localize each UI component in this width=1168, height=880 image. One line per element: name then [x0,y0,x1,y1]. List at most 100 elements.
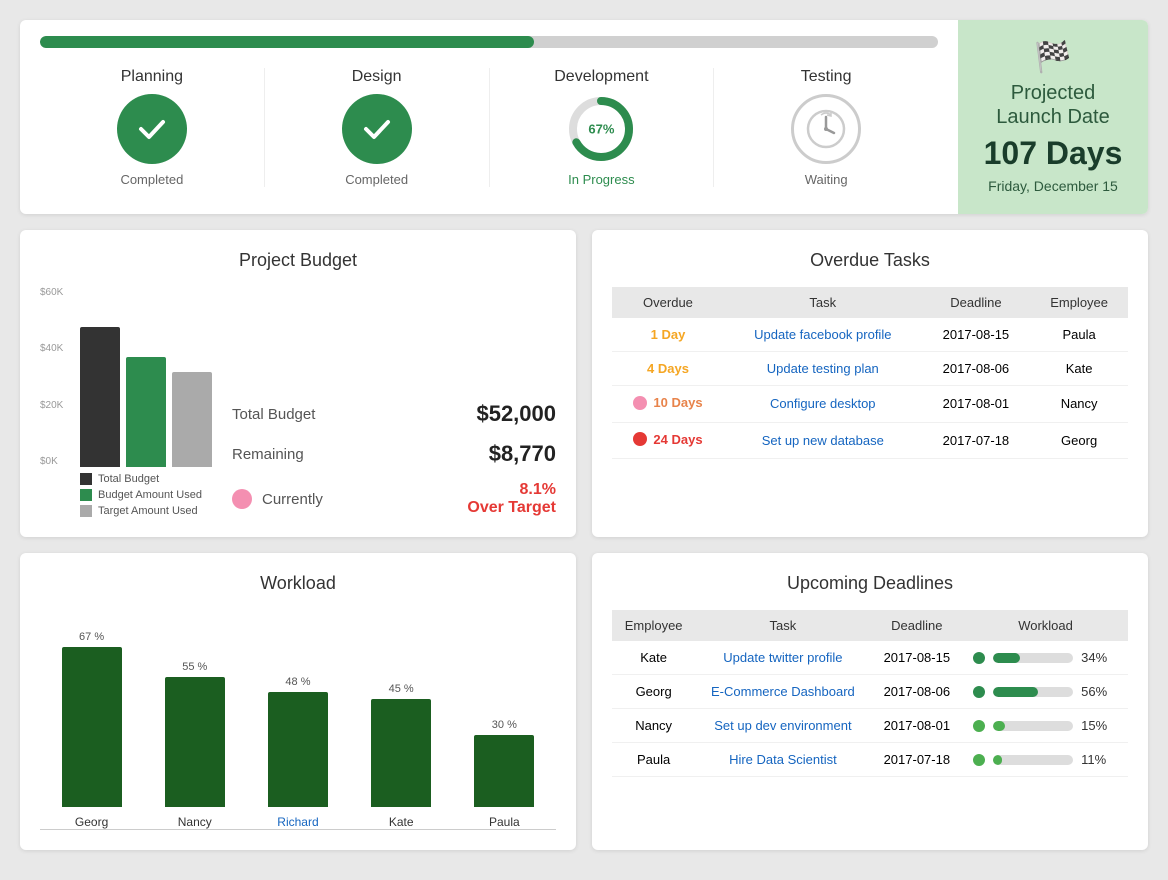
phase-development-status: In Progress [568,172,634,187]
y-label-60k: $60K [40,287,63,298]
budget-chart: $60K $40K $20K $0K [40,287,212,467]
overdue-deadline-3: 2017-08-01 [922,386,1031,423]
phase-planning: Planning Completed [40,68,265,187]
donut-chart: 67% [566,94,636,164]
upcoming-workload-4: 11% [963,743,1128,777]
upcoming-deadline-4: 2017-07-18 [871,743,964,777]
workload-title: Workload [40,573,556,594]
upcoming-task-1: Update twitter profile [695,641,870,675]
clock-icon [791,94,861,164]
table-row: Kate Update twitter profile 2017-08-15 3… [612,641,1128,675]
upcoming-table: Employee Task Deadline Workload Kate Upd… [612,610,1128,777]
check-circle-design [342,94,412,164]
check-circle-planning [117,94,187,164]
upcoming-task-link-4[interactable]: Hire Data Scientist [729,752,837,767]
name-paula: Paula [489,815,520,829]
name-kate: Kate [389,815,414,829]
legend-dot-dark [80,473,92,485]
legend-dot-gray [80,505,92,517]
legend-total-budget: Total Budget [80,473,212,485]
phase-development-icon: 67% [566,94,636,164]
y-label-20k: $20K [40,400,63,411]
phase-testing-icon [791,94,861,164]
mini-progress-fill-3 [993,721,1005,731]
budget-stats: Total Budget $52,000 Remaining $8,770 Cu… [232,401,556,517]
workload-bar-nancy: 55 % Nancy [165,661,225,829]
table-row: Nancy Set up dev environment 2017-08-01 … [612,709,1128,743]
upcoming-col-task: Task [695,610,870,641]
currently-row: Currently 8.1% Over Target [232,481,556,517]
task-link-2[interactable]: Update testing plan [767,361,879,376]
checkmark-icon-planning [134,111,170,147]
pct-text-3: 15% [1081,718,1107,733]
table-row: 10 Days Configure desktop 2017-08-01 Nan… [612,386,1128,423]
overdue-employee-4: Georg [1030,422,1128,459]
legend-dot-green [80,489,92,501]
mini-progress-fill-1 [993,653,1020,663]
overdue-col-task: Task [724,287,922,318]
phase-development: Development 67% In Progress [490,68,715,187]
overdue-col-overdue: Overdue [612,287,724,318]
currently-pct: 8.1% [520,481,556,498]
mini-progress-1 [993,653,1073,663]
middle-row: Project Budget $60K $40K $20K $0K [20,230,1148,537]
overdue-col-deadline: Deadline [922,287,1031,318]
pct-text-1: 34% [1081,650,1107,665]
overdue-days-3: 10 Days [612,386,724,423]
donut-label: 67% [588,122,614,137]
workload-cell-2: 56% [973,684,1118,699]
upcoming-task-link-1[interactable]: Update twitter profile [723,650,842,665]
overdue-task-1: Update facebook profile [724,318,922,352]
phase-planning-icon [117,94,187,164]
workload-pct-nancy: 55 % [182,661,207,673]
table-row: 24 Days Set up new database 2017-07-18 G… [612,422,1128,459]
overdue-deadline-1: 2017-08-15 [922,318,1031,352]
mini-dot-4 [973,754,985,766]
top-row: Planning Completed Design [20,20,1148,214]
upcoming-task-link-2[interactable]: E-Commerce Dashboard [711,684,855,699]
overdue-table-head: Overdue Task Deadline Employee [612,287,1128,318]
workload-pct-kate: 45 % [389,683,414,695]
upcoming-task-link-3[interactable]: Set up dev environment [714,718,851,733]
budget-legend: Total Budget Budget Amount Used Target A… [40,473,212,517]
mini-progress-fill-4 [993,755,1002,765]
upcoming-deadline-2: 2017-08-06 [871,675,964,709]
upcoming-employee-1: Kate [612,641,695,675]
pct-text-2: 56% [1081,684,1107,699]
task-link-1[interactable]: Update facebook profile [754,327,891,342]
bar-paula [474,735,534,807]
overdue-task-4: Set up new database [724,422,922,459]
remaining-value: $8,770 [489,441,556,467]
overdue-days-4: 24 Days [612,422,724,459]
dot-icon-3 [633,396,647,410]
upcoming-employee-3: Nancy [612,709,695,743]
overdue-col-employee: Employee [1030,287,1128,318]
bar-budget-used [126,357,166,467]
workload-bar-richard: 48 % Richard [268,676,328,829]
workload-bar-kate: 45 % Kate [371,683,431,829]
overdue-days-2: 4 Days [612,352,724,386]
mini-progress-4 [993,755,1073,765]
phase-design-title: Design [352,68,402,86]
overdue-table: Overdue Task Deadline Employee 1 Day Upd… [612,287,1128,459]
budget-content: $60K $40K $20K $0K Total Budget [40,287,556,517]
overdue-card: Overdue Tasks Overdue Task Deadline Empl… [592,230,1148,537]
y-label-0k: $0K [40,456,63,467]
upcoming-deadline-1: 2017-08-15 [871,641,964,675]
y-axis-labels: $60K $40K $20K $0K [40,287,63,467]
workload-pct-paula: 30 % [492,719,517,731]
task-link-3[interactable]: Configure desktop [770,396,876,411]
name-richard[interactable]: Richard [277,815,318,829]
over-target-label: Over Target [467,499,556,516]
days-badge-4: 24 Days [653,432,702,447]
upcoming-workload-3: 15% [963,709,1128,743]
phase-planning-title: Planning [121,68,183,86]
name-georg: Georg [75,815,108,829]
phase-testing-status: Waiting [805,172,848,187]
overdue-task-3: Configure desktop [724,386,922,423]
overdue-header-row: Overdue Task Deadline Employee [612,287,1128,318]
overdue-title: Overdue Tasks [612,250,1128,271]
upcoming-task-3: Set up dev environment [695,709,870,743]
bar-target-used [172,372,212,467]
task-link-4[interactable]: Set up new database [762,433,884,448]
